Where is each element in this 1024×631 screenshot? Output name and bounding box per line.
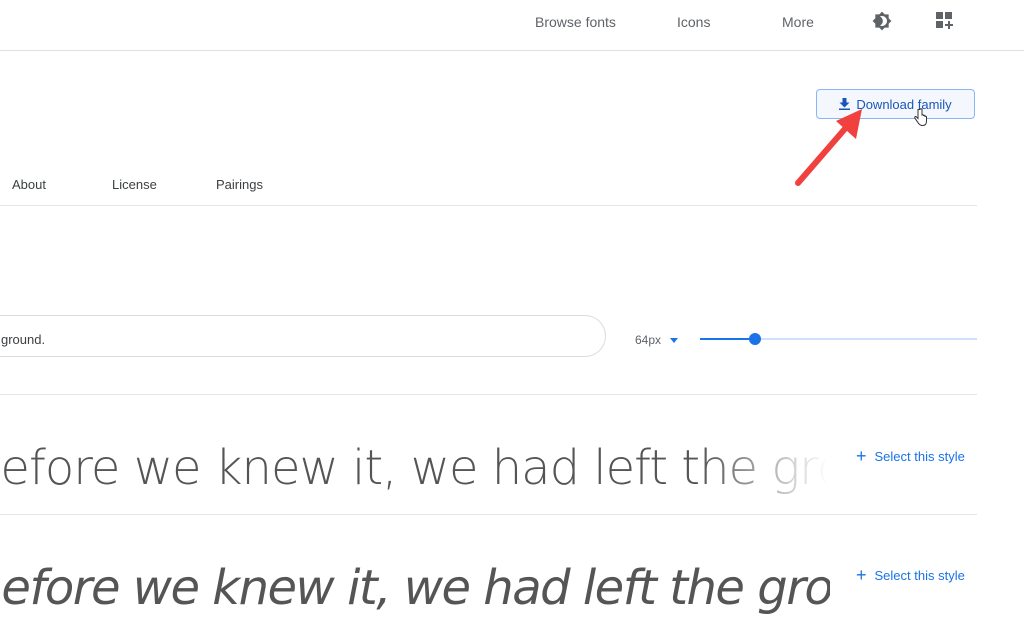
annotation-arrow	[795, 109, 862, 186]
style-divider	[0, 514, 977, 515]
download-family-label: Download family	[856, 96, 952, 112]
nav-browse-fonts[interactable]: Browse fonts	[535, 14, 616, 30]
nav-icons[interactable]: Icons	[677, 14, 710, 30]
select-style-button[interactable]: + Select this style	[856, 565, 965, 586]
style-sample-thin: Before we knew it, we had left the groun…	[0, 440, 828, 496]
slider-thumb[interactable]	[749, 333, 762, 345]
selected-families-icon[interactable]	[936, 12, 954, 30]
tab-about[interactable]: About	[12, 177, 46, 192]
select-style-button[interactable]: + Select this style	[856, 446, 965, 467]
slider-fill	[700, 338, 756, 340]
plus-icon: +	[856, 446, 867, 466]
tab-license[interactable]: License	[112, 177, 157, 192]
tab-pairings[interactable]: Pairings	[216, 177, 263, 192]
font-size-select[interactable]: 64px	[635, 333, 661, 347]
style-sample-thin-italic: Before we knew it, we had left the groun…	[0, 560, 830, 616]
controls-divider	[0, 394, 977, 395]
tabs-divider	[0, 205, 977, 206]
dropdown-caret-icon[interactable]	[670, 338, 678, 343]
theme-toggle-icon[interactable]	[872, 11, 892, 31]
preview-text-value: ground.	[1, 332, 46, 347]
preview-text-input[interactable]: ground.	[0, 315, 606, 357]
font-size-slider[interactable]	[700, 333, 977, 345]
nav-more[interactable]: More	[782, 14, 814, 30]
hand-cursor-icon	[914, 108, 927, 127]
select-style-label: Select this style	[874, 568, 965, 583]
plus-icon: +	[856, 565, 867, 585]
top-bar: Browse fonts Icons More	[0, 0, 1024, 51]
select-style-label: Select this style	[874, 449, 965, 464]
